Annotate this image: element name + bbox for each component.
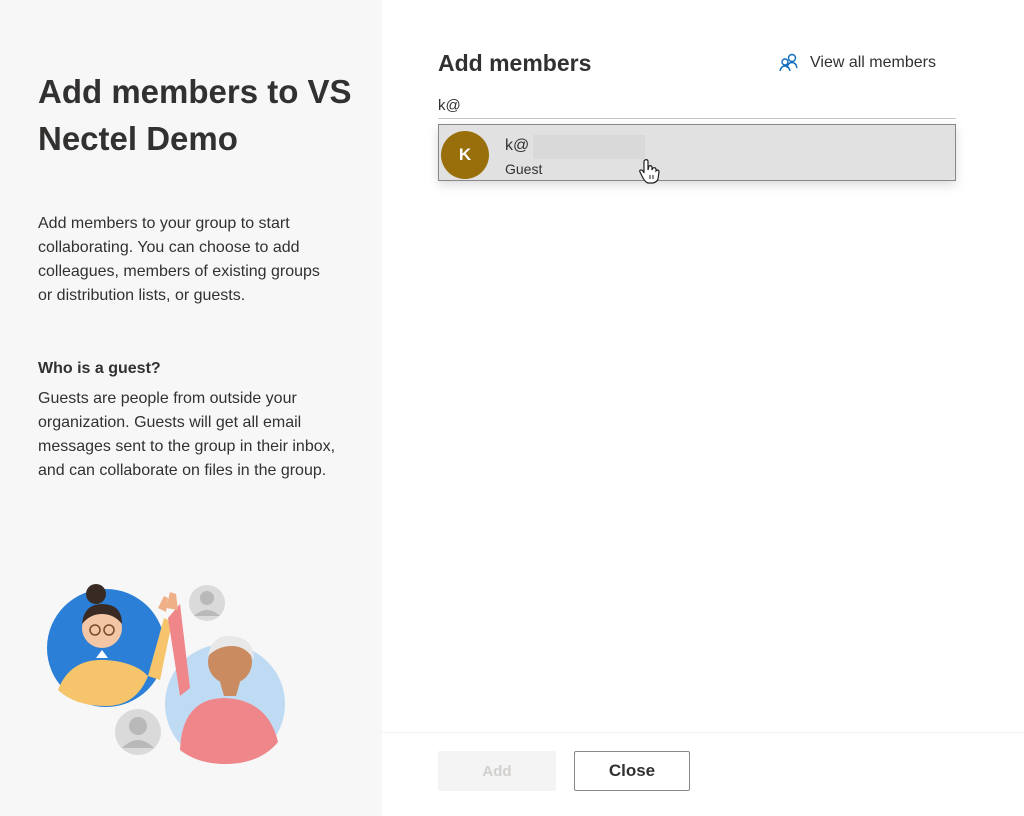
woman-avatar-illustration [47, 584, 172, 707]
view-all-members-link[interactable]: View all members [778, 50, 936, 76]
avatar: K [441, 131, 489, 179]
guest-description: Guests are people from outside your orga… [38, 390, 336, 479]
add-button[interactable]: Add [438, 751, 556, 791]
hand-cursor-icon [639, 159, 660, 184]
member-search-input[interactable] [438, 92, 956, 119]
redacted-email [533, 135, 645, 159]
suggestion-type: Guest [505, 161, 543, 177]
suggestion-item[interactable]: K k@ Guest [438, 124, 956, 181]
guest-heading: Who is a guest? [38, 360, 161, 377]
dialog-title: Add members to VS Nectel Demo [38, 73, 352, 157]
add-members-heading: Add members [438, 50, 592, 76]
suggestion-name: k@ [505, 137, 530, 154]
grey-person-icon [189, 585, 225, 621]
man-avatar-illustration [165, 592, 285, 764]
dialog-description: Add members to your group to start colla… [38, 215, 320, 304]
info-panel: Add members to VS Nectel Demo Add member… [0, 0, 382, 816]
people-icon [779, 53, 798, 72]
people-high-five-illustration [47, 584, 285, 764]
view-all-members-label: View all members [810, 54, 936, 71]
close-button[interactable]: Close [574, 751, 690, 791]
footer-divider [382, 732, 1024, 733]
add-members-dialog: Add members to VS Nectel Demo Add member… [0, 0, 1024, 816]
grey-person-icon [115, 709, 161, 755]
